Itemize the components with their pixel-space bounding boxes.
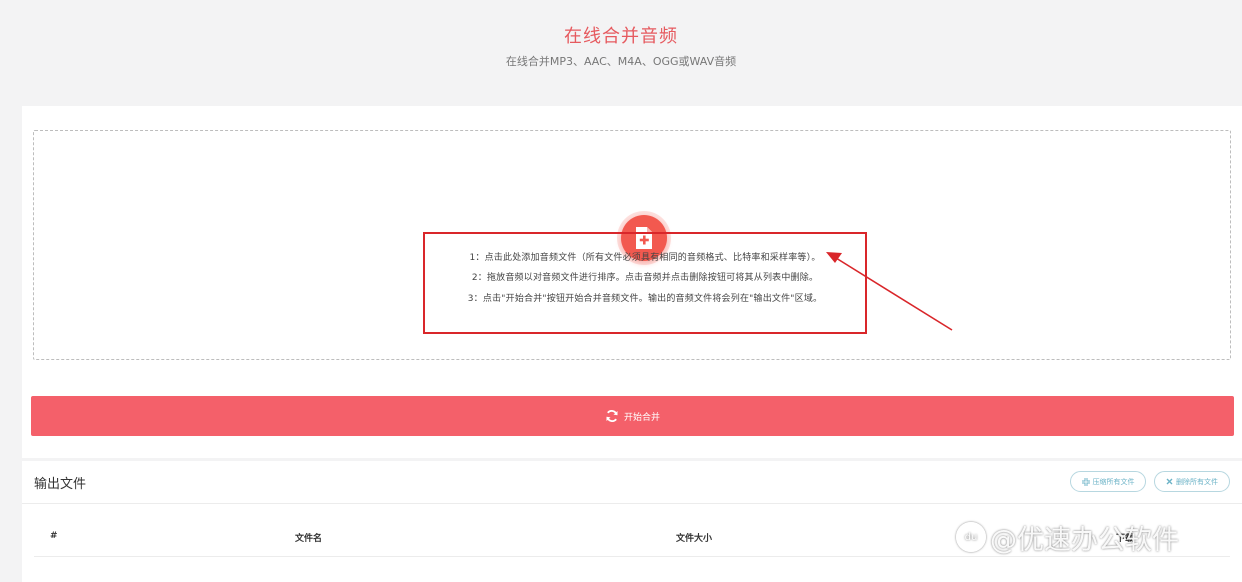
refresh-icon — [606, 410, 618, 422]
audio-dropzone[interactable]: 1：点击此处添加音频文件（所有文件必须具有相同的音频格式、比特率和采样率等）。 … — [33, 130, 1231, 360]
instructions-annotation-box: 1：点击此处添加音频文件（所有文件必须具有相同的音频格式、比特率和采样率等）。 … — [423, 232, 867, 334]
compress-icon — [1081, 477, 1090, 486]
column-header-index: # — [50, 531, 58, 541]
instruction-step-3: 3：点击"开始合并"按钮开始合并音频文件。输出的音频文件将会列在"输出文件"区域… — [467, 294, 823, 304]
output-divider — [22, 503, 1242, 504]
output-files-card: 输出文件 压缩所有文件 删除所有文件 # 文件名 文件大小 下载 — [22, 461, 1242, 582]
start-merge-label: 开始合并 — [623, 412, 660, 423]
output-files-title: 输出文件 — [34, 477, 87, 492]
column-header-filename: 文件名 — [295, 534, 323, 544]
compress-all-button[interactable]: 压缩所有文件 — [1070, 471, 1146, 492]
table-header-divider — [34, 556, 1230, 557]
column-header-download: 下载 — [1116, 534, 1135, 544]
column-header-filesize: 文件大小 — [676, 534, 713, 544]
instruction-step-1: 1：点击此处添加音频文件（所有文件必须具有相同的音频格式、比特率和采样率等）。 — [469, 253, 821, 263]
delete-all-label: 删除所有文件 — [1176, 477, 1218, 486]
close-icon — [1166, 478, 1173, 485]
page: 在线合并音频 在线合并MP3、AAC、M4A、OGG或WAV音频 1：点击此处添… — [0, 0, 1242, 582]
page-subtitle: 在线合并MP3、AAC、M4A、OGG或WAV音频 — [505, 55, 737, 68]
delete-all-button[interactable]: 删除所有文件 — [1154, 471, 1230, 492]
compress-all-label: 压缩所有文件 — [1092, 477, 1135, 486]
page-title: 在线合并音频 — [564, 26, 678, 47]
start-merge-button[interactable]: 开始合并 — [31, 396, 1234, 436]
instruction-step-2: 2：拖放音频以对音频文件进行排序。点击音频并点击删除按钮可将其从列表中删除。 — [471, 273, 819, 283]
upload-card: 1：点击此处添加音频文件（所有文件必须具有相同的音频格式、比特率和采样率等）。 … — [22, 106, 1242, 458]
